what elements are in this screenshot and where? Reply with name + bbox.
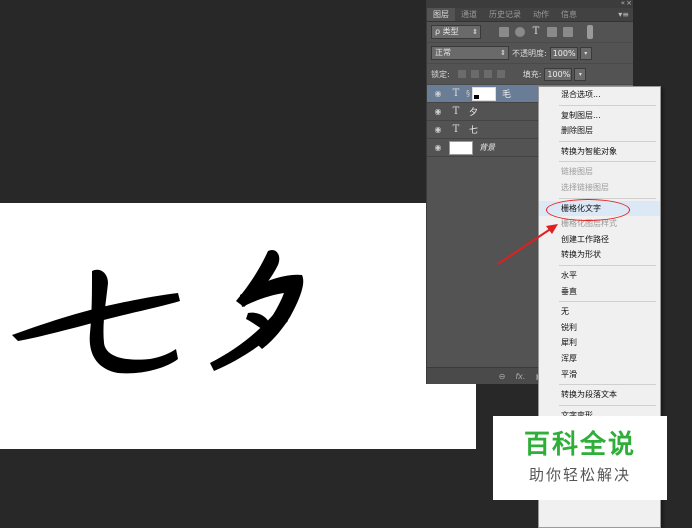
layer-name[interactable]: 背景 — [479, 142, 495, 153]
menu-item: 选择链接图层 — [561, 182, 609, 192]
close-icon[interactable]: × — [626, 0, 632, 7]
lock-all-icon[interactable] — [496, 70, 505, 78]
watermark-subtitle: 助你轻松解决 — [528, 466, 631, 484]
menu-separator — [559, 104, 656, 106]
menu-item[interactable]: 转换为段落文本 — [539, 387, 660, 403]
menu-separator — [559, 264, 656, 266]
panel-menu-icon[interactable]: ▾≡ — [618, 8, 629, 21]
blend-mode-value: 正常 — [435, 48, 451, 57]
visibility-eye-icon[interactable]: ◉ — [431, 143, 445, 152]
shape-filter-icon[interactable] — [547, 27, 557, 37]
visibility-eye-icon[interactable]: ◉ — [431, 125, 445, 134]
blend-row: 正常 ⇕ 不透明度: 100% ▾ — [427, 43, 633, 64]
opacity-label: 不透明度: — [512, 48, 547, 58]
filter-toggle-icon[interactable] — [587, 25, 593, 39]
menu-item[interactable]: 水平 — [539, 268, 660, 284]
link-icon: § — [466, 89, 470, 98]
tab-actions[interactable]: 动作 — [527, 8, 555, 21]
chevron-down-icon: ⇕ — [500, 49, 506, 57]
panel-tabs: 图层 通道 历史记录 动作 信息 ▾≡ — [427, 8, 633, 22]
tab-layers[interactable]: 图层 — [427, 8, 455, 21]
watermark-logo: 百科全说 助你轻松解决 — [493, 416, 667, 500]
visibility-eye-icon[interactable]: ◉ — [431, 89, 445, 98]
menu-separator — [559, 404, 656, 406]
pixel-filter-icon[interactable] — [499, 27, 509, 37]
lock-label: 锁定: — [431, 69, 450, 79]
menu-item[interactable]: 转换为智能对象 — [539, 144, 660, 160]
fx-button[interactable]: fx. — [515, 372, 525, 381]
calligraphy-artwork — [12, 249, 304, 374]
menu-item[interactable]: 创建工作路径 — [539, 232, 660, 248]
blend-mode-select[interactable]: 正常 ⇕ — [431, 46, 509, 60]
adjustment-filter-icon[interactable] — [515, 27, 525, 37]
lock-transparent-icon[interactable] — [457, 70, 466, 78]
link-layers-icon[interactable]: ⊖ — [499, 372, 506, 381]
filter-type-label: ρ 类型 — [435, 27, 459, 36]
opacity-input[interactable]: 100% — [549, 46, 578, 60]
layer-name[interactable]: 七 — [469, 123, 478, 136]
panel-title-bar[interactable]: « × — [427, 0, 633, 8]
lock-position-icon[interactable] — [483, 70, 492, 78]
menu-item[interactable]: 平滑 — [539, 367, 660, 383]
tab-channels[interactable]: 通道 — [455, 8, 483, 21]
tab-info[interactable]: 信息 — [555, 8, 583, 21]
menu-item[interactable]: 犀利 — [539, 335, 660, 351]
fill-label: 填充: — [522, 69, 542, 79]
visibility-eye-icon[interactable]: ◉ — [431, 107, 445, 116]
chevron-down-icon: ⇕ — [472, 28, 478, 36]
menu-separator — [559, 197, 656, 199]
menu-separator — [559, 161, 656, 163]
document-canvas[interactable] — [0, 203, 476, 449]
filter-type-select[interactable]: ρ 类型 ⇕ — [431, 25, 481, 39]
layer-thumbnail — [449, 140, 473, 155]
menu-item[interactable]: 混合选项... — [539, 87, 660, 103]
type-layer-icon: T — [452, 88, 460, 99]
fill-input[interactable]: 100% — [544, 67, 573, 81]
type-filter-icon[interactable]: T — [531, 27, 541, 37]
layer-mask-thumbnail[interactable] — [472, 86, 496, 101]
menu-item[interactable]: 转换为形状 — [539, 247, 660, 263]
opacity-dropdown-icon[interactable]: ▾ — [579, 46, 592, 60]
menu-separator — [559, 301, 656, 303]
lock-row: 锁定: 填充: 100% ▾ — [427, 64, 633, 85]
layer-name[interactable]: 毛 — [502, 87, 511, 100]
menu-item[interactable]: 锐利 — [539, 320, 660, 336]
menu-separator — [559, 384, 656, 386]
smart-object-filter-icon[interactable] — [563, 27, 573, 37]
type-layer-icon: T — [452, 106, 460, 117]
collapse-icon[interactable]: « — [621, 0, 625, 7]
menu-item[interactable]: 无 — [539, 304, 660, 320]
tab-history[interactable]: 历史记录 — [483, 8, 527, 21]
menu-item: 链接图层 — [561, 167, 593, 177]
type-layer-icon: T — [452, 124, 460, 135]
annotation-circle — [546, 199, 630, 221]
watermark-title: 百科全说 — [523, 430, 636, 460]
menu-item[interactable]: 浑厚 — [539, 351, 660, 367]
lock-image-icon[interactable] — [470, 70, 479, 78]
fill-dropdown-icon[interactable]: ▾ — [574, 67, 587, 81]
filter-row: ρ 类型 ⇕ T — [427, 22, 633, 43]
menu-item[interactable]: 复制图层... — [539, 108, 660, 124]
menu-separator — [559, 140, 656, 142]
menu-item[interactable]: 删除图层 — [539, 123, 660, 139]
menu-item[interactable]: 垂直 — [539, 284, 660, 300]
layer-name[interactable]: 夕 — [469, 105, 478, 118]
